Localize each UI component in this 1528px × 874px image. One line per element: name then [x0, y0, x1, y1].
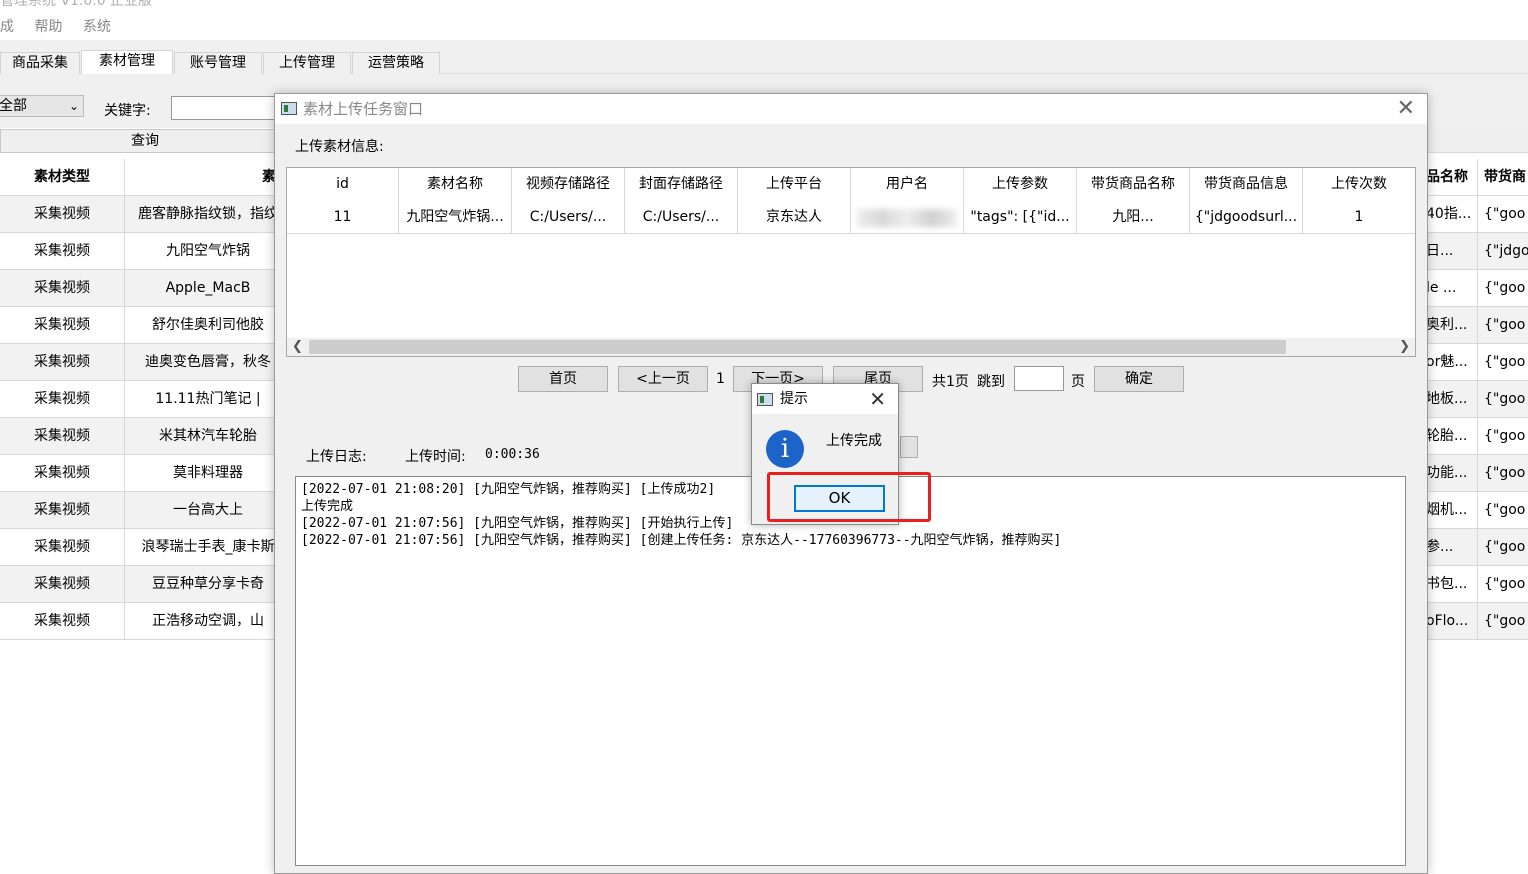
column-header[interactable]: 上传次数 — [1303, 168, 1415, 201]
menu-item[interactable]: 成 — [0, 19, 14, 35]
table-row[interactable]: 采集视频 正浩移动空调，山 — [0, 603, 290, 640]
prev-page-button[interactable]: <上一页 — [618, 366, 708, 392]
table-row[interactable]: 40指... {"goo — [1426, 196, 1528, 233]
column-header[interactable]: 视频存储路径 — [512, 168, 625, 201]
table-header: 品名称 带货商 — [1426, 159, 1528, 196]
upload-log-textarea[interactable]: [2022-07-01 21:08:20] [九阳空气炸锅，推荐购买] [上传成… — [295, 476, 1406, 866]
upload-time-value: 0:00:36 — [485, 447, 540, 462]
tab-upload-manage[interactable]: 上传管理 — [263, 52, 351, 74]
table-row[interactable]: 参... {"goo — [1426, 529, 1528, 566]
table-row[interactable]: 采集视频 九阳空气炸锅 — [0, 233, 290, 270]
grid-cell-goods-info[interactable]: {"jdgoodsurl... — [1190, 201, 1303, 234]
chevron-right-icon[interactable]: ❯ — [1399, 338, 1410, 356]
table-row[interactable]: 轮胎... {"goo — [1426, 418, 1528, 455]
grid-cell-username[interactable] — [851, 201, 964, 234]
grid-cell-name[interactable]: 九阳空气炸锅... — [399, 201, 512, 234]
table-row[interactable]: 书包... {"goo — [1426, 566, 1528, 603]
table-row[interactable]: 采集视频 迪奥变色唇膏，秋冬 — [0, 344, 290, 381]
table-header: 素材类型 素材 — [0, 159, 290, 196]
column-header[interactable]: 带货商品名称 — [1077, 168, 1190, 201]
table-row[interactable]: 采集视频 豆豆种草分享卡奇 — [0, 566, 290, 603]
table-row[interactable]: 功能... {"goo — [1426, 455, 1528, 492]
redacted-username — [857, 209, 957, 227]
keyword-label: 关键字: — [104, 103, 151, 119]
log-line: [2022-07-01 21:07:56] [九阳空气炸锅，推荐购买] [创建上… — [301, 533, 1062, 548]
total-pages: 共1页 — [932, 374, 969, 390]
jump-page-input[interactable] — [1014, 366, 1064, 391]
type-select[interactable]: 全部 ⌄ — [0, 95, 84, 117]
confirm-jump-button[interactable]: 确定 — [1094, 366, 1184, 392]
table-row[interactable]: 地板... {"goo — [1426, 381, 1528, 418]
grid-cell-cover-path[interactable]: C:/Users/... — [625, 201, 738, 234]
query-button[interactable]: 查询 — [0, 129, 290, 153]
window-icon — [757, 393, 773, 406]
chevron-left-icon[interactable]: ❮ — [292, 338, 303, 356]
message-box-title: 提示 — [780, 391, 808, 407]
grid-cell-params[interactable]: "tags": [{"id... — [964, 201, 1077, 234]
column-header[interactable]: 上传平台 — [738, 168, 851, 201]
table-row[interactable]: 采集视频 11.11热门笔记 | — [0, 381, 290, 418]
current-page: 1 — [716, 371, 725, 387]
close-icon[interactable]: ✕ — [869, 384, 886, 414]
table-row[interactable]: le ... {"goo — [1426, 270, 1528, 307]
grid-cell-upload-count[interactable]: 1 — [1303, 201, 1415, 234]
window-icon — [281, 102, 297, 115]
table-row[interactable]: 采集视频 浪琴瑞士手表_康卡斯 — [0, 529, 290, 566]
menu-item-help[interactable]: 帮助 — [34, 19, 62, 35]
column-header[interactable]: 素材名称 — [399, 168, 512, 201]
menu-bar: 成 帮助 系统 — [0, 16, 127, 40]
table-row[interactable]: oFlo... {"goo — [1426, 603, 1528, 640]
grid-cell-goods-name[interactable]: 九阳... — [1077, 201, 1190, 234]
column-header[interactable]: id — [287, 168, 399, 201]
tab-operation-strategy[interactable]: 运营策略 — [352, 52, 440, 74]
message-text: 上传完成 — [826, 433, 882, 449]
column-header[interactable]: 封面存储路径 — [625, 168, 738, 201]
first-page-button[interactable]: 首页 — [518, 366, 608, 392]
grid-cell-id[interactable]: 11 — [287, 201, 399, 234]
table-row[interactable]: 烟机... {"goo — [1426, 492, 1528, 529]
material-info-label: 上传素材信息: — [295, 139, 384, 155]
column-header[interactable]: 上传参数 — [964, 168, 1077, 201]
column-header[interactable]: 用户名 — [851, 168, 964, 201]
table-row[interactable]: 奥利... {"goo — [1426, 307, 1528, 344]
grid-cell-video-path[interactable]: C:/Users/... — [512, 201, 625, 234]
keyword-input[interactable] — [171, 96, 281, 120]
table-row[interactable]: 日... {"jdgo — [1426, 233, 1528, 270]
grid-cell-platform[interactable]: 京东达人 — [738, 201, 851, 234]
menu-item-system[interactable]: 系统 — [83, 19, 111, 35]
tab-account-manage[interactable]: 账号管理 — [174, 52, 262, 74]
table-row[interactable]: 采集视频 一台高大上 — [0, 492, 290, 529]
upload-log-label: 上传日志: — [306, 449, 367, 465]
query-button-right[interactable] — [1426, 128, 1528, 153]
message-box-titlebar[interactable]: 提示 ✕ — [752, 384, 898, 414]
jump-label: 跳到 — [977, 374, 1005, 390]
table-row[interactable]: or魅... {"goo — [1426, 344, 1528, 381]
table-row[interactable]: 采集视频 莫非料理器 — [0, 455, 290, 492]
hidden-button[interactable] — [900, 436, 918, 458]
table-row[interactable]: 采集视频 Apple_MacB — [0, 270, 290, 307]
chevron-down-icon: ⌄ — [68, 99, 79, 113]
tab-product-collect[interactable]: 商品采集 — [0, 52, 80, 74]
table-row[interactable]: 采集视频 米其林汽车轮胎 — [0, 418, 290, 455]
page-unit-label: 页 — [1071, 374, 1085, 390]
dialog-titlebar[interactable]: 素材上传任务窗口 ✕ — [275, 94, 1427, 124]
upload-time-label: 上传时间: — [405, 449, 466, 465]
tab-material-manage[interactable]: 素材管理 — [81, 50, 173, 75]
column-header[interactable]: 带货商品信息 — [1190, 168, 1303, 201]
scrollbar-thumb[interactable] — [309, 340, 1286, 354]
table-row[interactable]: 采集视频 舒尔佳奥利司他胶 — [0, 307, 290, 344]
upload-grid: id 素材名称 视频存储路径 封面存储路径 上传平台 用户名 上传参数 带货商品… — [286, 167, 1416, 357]
dialog-title: 素材上传任务窗口 — [303, 100, 424, 118]
highlight-annotation — [767, 472, 931, 522]
close-icon[interactable]: ✕ — [1397, 96, 1415, 122]
table-row[interactable]: 采集视频 鹿客静脉指纹锁，指纹 — [0, 196, 290, 233]
info-icon: i — [766, 430, 804, 468]
app-title: 管理系统 V1.0.0 正业版 — [0, 0, 153, 9]
main-tabs: 商品采集 素材管理 账号管理 上传管理 运营策略 — [0, 40, 1528, 75]
